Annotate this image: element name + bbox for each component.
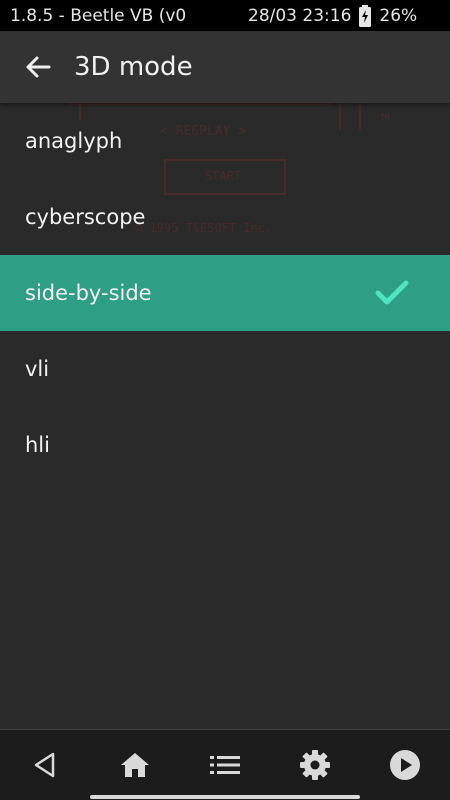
option-label: side-by-side xyxy=(25,281,152,305)
nav-menu-button[interactable] xyxy=(203,743,247,787)
back-button[interactable] xyxy=(20,49,56,85)
screen: 1.8.5 - Beetle VB (v0 28/03 23:16 26% 3D… xyxy=(0,0,450,800)
list-icon xyxy=(210,756,240,774)
app-header: 3D mode xyxy=(0,31,450,103)
option-anaglyph[interactable]: anaglyph xyxy=(0,103,450,179)
play-circle-icon xyxy=(390,750,420,780)
back-triangle-icon xyxy=(34,752,55,778)
option-label: anaglyph xyxy=(25,129,123,153)
checkmark-icon xyxy=(375,280,409,305)
battery-charging-icon xyxy=(359,4,372,27)
3d-mode-options-list: anaglyph cyberscope side-by-side vli hli xyxy=(0,103,450,483)
home-icon xyxy=(121,753,149,777)
option-vli[interactable]: vli xyxy=(0,331,450,407)
status-datetime: 28/03 23:16 xyxy=(248,5,352,26)
nav-back-button[interactable] xyxy=(23,743,67,787)
option-hli[interactable]: hli xyxy=(0,407,450,483)
bottom-nav-bar xyxy=(0,729,450,800)
gear-icon xyxy=(300,750,330,780)
option-side-by-side[interactable]: side-by-side xyxy=(0,255,450,331)
status-app-title: 1.8.5 - Beetle VB (v0 xyxy=(10,5,187,26)
home-indicator-bar[interactable] xyxy=(90,795,360,799)
option-label: vli xyxy=(25,357,50,381)
option-label: hli xyxy=(25,433,50,457)
nav-resume-button[interactable] xyxy=(383,743,427,787)
status-bar: 1.8.5 - Beetle VB (v0 28/03 23:16 26% xyxy=(0,0,450,31)
option-cyberscope[interactable]: cyberscope xyxy=(0,179,450,255)
nav-home-button[interactable] xyxy=(113,743,157,787)
nav-settings-button[interactable] xyxy=(293,743,337,787)
page-title: 3D mode xyxy=(74,52,193,82)
arrow-left-icon xyxy=(26,56,51,78)
battery-percent: 26% xyxy=(379,5,418,26)
option-label: cyberscope xyxy=(25,205,146,229)
